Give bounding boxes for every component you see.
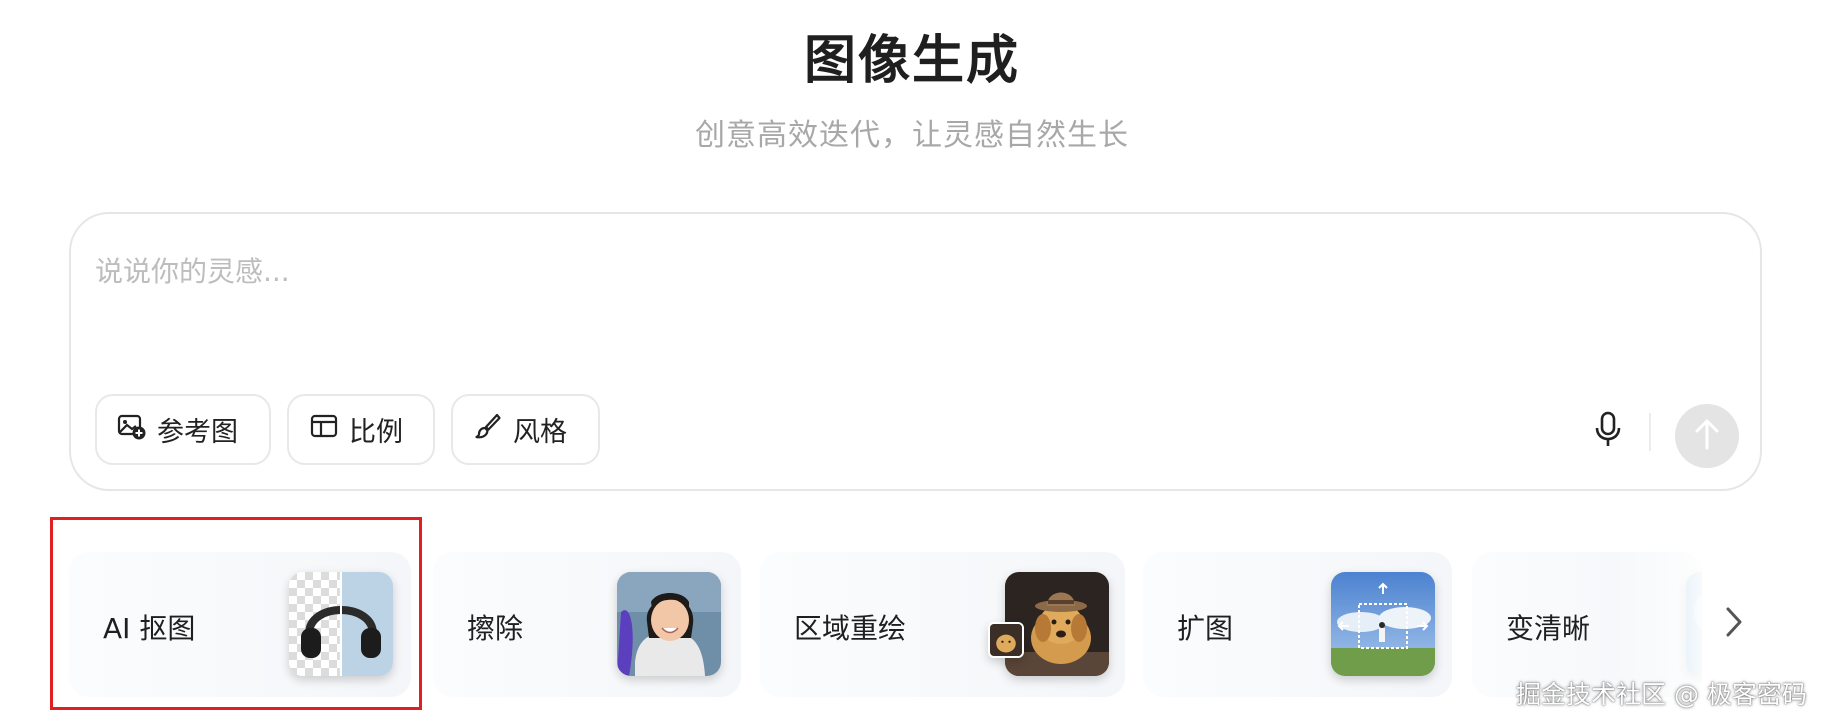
smiling-girl-image	[617, 572, 721, 676]
carousel-next-button[interactable]	[1714, 602, 1754, 646]
tool-card-ai-cutout[interactable]: AI 抠图	[69, 552, 411, 697]
prompt-input[interactable]	[95, 246, 1595, 296]
brush-icon	[473, 411, 503, 448]
style-button[interactable]: 风格	[451, 394, 600, 465]
tool-card-label: 擦除	[467, 612, 524, 645]
watermark: 掘金技术社区 @ 极客密码	[1516, 680, 1807, 709]
ratio-label: 比例	[349, 417, 403, 448]
microphone-button[interactable]	[1586, 410, 1630, 454]
image-add-icon	[117, 411, 147, 448]
microphone-icon	[1593, 411, 1623, 453]
tool-card-expand[interactable]: 扩图	[1143, 552, 1452, 697]
send-button[interactable]	[1675, 404, 1739, 468]
ratio-button[interactable]: 比例	[287, 394, 435, 465]
tool-card-label: AI 抠图	[103, 612, 196, 645]
headphones-cutout-image	[289, 572, 393, 676]
reference-image-label: 参考图	[157, 417, 238, 448]
expand-landscape-image	[1331, 572, 1435, 676]
arrow-up-icon	[1692, 417, 1722, 455]
dog-source-thumbnail	[988, 622, 1024, 658]
tool-card-label: 区域重绘	[794, 612, 907, 645]
reference-image-button[interactable]: 参考图	[95, 394, 271, 465]
prompt-panel: 参考图 比例 风格	[69, 212, 1762, 491]
sharpen-preview-image	[1686, 572, 1702, 676]
style-label: 风格	[513, 417, 567, 448]
tool-card-label: 变清晰	[1506, 612, 1591, 645]
chevron-right-icon	[1724, 605, 1744, 643]
page-title: 图像生成	[803, 31, 1020, 91]
tool-card-inpaint[interactable]: 区域重绘	[760, 552, 1125, 697]
tool-card-erase[interactable]: 擦除	[433, 552, 741, 697]
toolbar-divider	[1649, 413, 1651, 451]
layout-ratio-icon	[309, 411, 339, 448]
tool-card-label: 扩图	[1177, 612, 1234, 645]
page-subtitle: 创意高效迭代，让灵感自然生长	[695, 118, 1129, 153]
